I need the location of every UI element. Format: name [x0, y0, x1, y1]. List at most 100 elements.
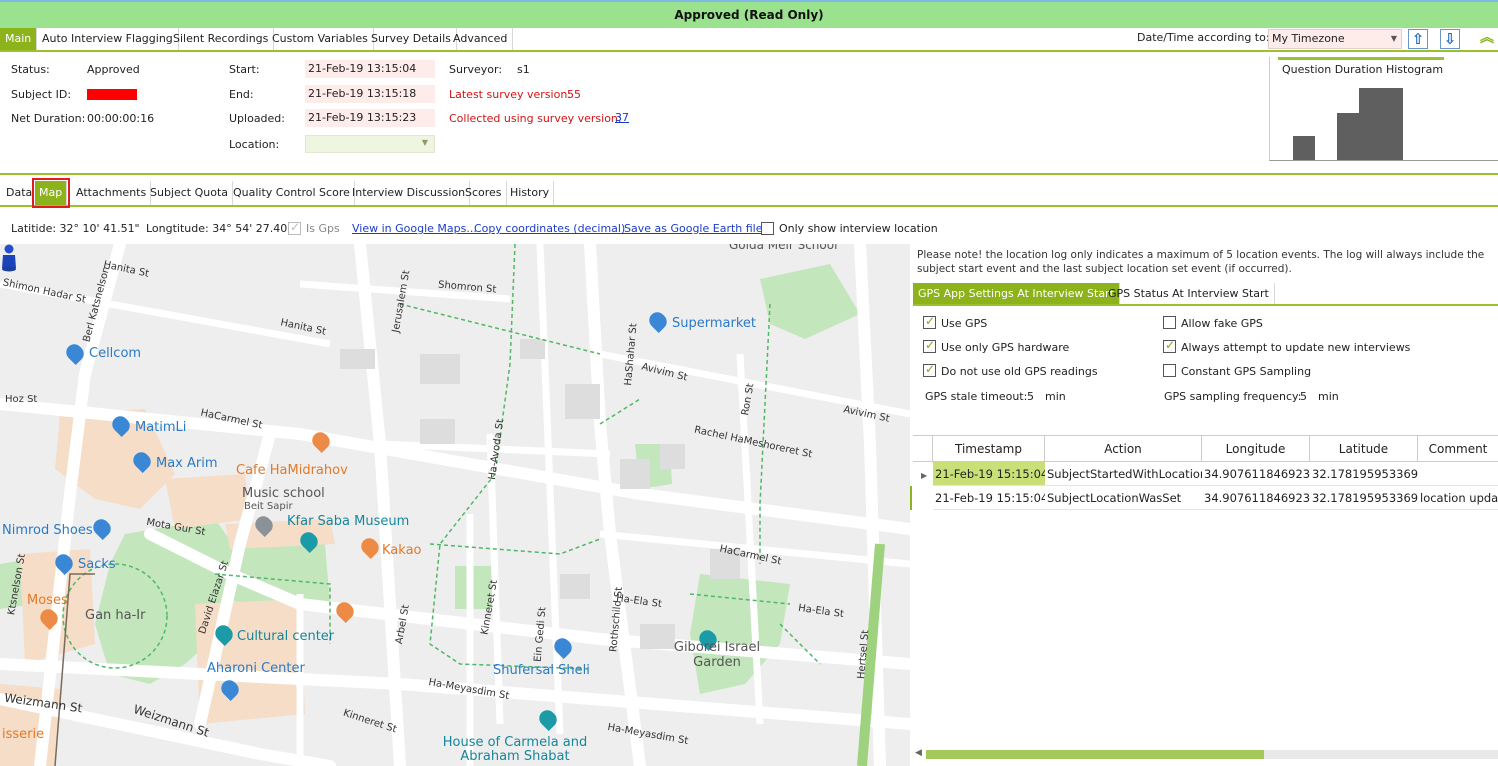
sampling-frequency-unit: min: [1318, 390, 1339, 403]
is-gps-label: Is Gps: [306, 222, 340, 235]
table-cell-comment[interactable]: location updat: [1418, 486, 1498, 510]
always-update-label: Always attempt to update new interviews: [1181, 341, 1411, 354]
collapse-icon[interactable]: ︽: [1480, 30, 1494, 46]
status-value: Approved: [87, 63, 140, 76]
use-gps-checkbox[interactable]: [923, 314, 936, 329]
column-header-comment[interactable]: Comment: [1418, 436, 1498, 462]
collected-version-link[interactable]: 37: [615, 111, 629, 124]
location-label: Location:: [229, 138, 280, 151]
tab-auto-interview-flagging[interactable]: Auto Interview Flagging: [37, 28, 179, 50]
poi-label: House of Carmela and Abraham Shabat: [442, 735, 588, 764]
surveyor-label: Surveyor:: [449, 63, 503, 76]
latitude-text: Latitide: 32° 10' 41.51": [11, 222, 140, 235]
tab-subject-quota[interactable]: Subject Quota: [146, 181, 234, 205]
copy-coordinates-link[interactable]: Copy coordinates (decimal): [474, 222, 625, 235]
table-cell-longitude[interactable]: 34.9076118469238: [1202, 486, 1310, 510]
tab-quality-control-score[interactable]: Quality Control Score: [229, 181, 355, 205]
horizontal-scrollbar[interactable]: ◀: [913, 746, 1498, 762]
tab-gps-status[interactable]: GPS Status At Interview Start: [1103, 283, 1275, 304]
tab-custom-variables[interactable]: Custom Variables: [267, 28, 374, 50]
location-marker-icon: [2, 244, 16, 272]
poi-label: isserie: [2, 727, 45, 742]
row-header-cell: [913, 436, 933, 462]
tab-history[interactable]: History: [506, 181, 555, 205]
histogram-bar: [1359, 88, 1381, 160]
table-cell-latitude[interactable]: 32.1781959533691: [1310, 462, 1418, 486]
table-cell-action[interactable]: SubjectStartedWithLocation: [1045, 462, 1202, 486]
poi-label: Cultural center: [237, 629, 335, 644]
table-cell-longitude[interactable]: 34.9076118469238: [1202, 462, 1310, 486]
poi-label: Cellcom: [89, 346, 142, 361]
redacted-subject-id: [87, 89, 137, 100]
question-duration-histogram: Question Duration Histogram: [1269, 57, 1498, 161]
table-cell-comment[interactable]: [1418, 462, 1498, 486]
stale-timeout-value: 5: [1027, 390, 1034, 403]
table-cell-action[interactable]: SubjectLocationWasSet: [1045, 486, 1202, 510]
column-header-action[interactable]: Action: [1045, 436, 1202, 462]
arrow-down-button[interactable]: ⇩: [1440, 29, 1460, 49]
poi-label: Supermarket: [672, 316, 756, 331]
poi-label: Music school: [242, 486, 325, 501]
table-cell-latitude[interactable]: 32.1781959533691: [1310, 486, 1418, 510]
constant-sampling-label: Constant GPS Sampling: [1181, 365, 1312, 378]
poi-label: Moses: [27, 593, 68, 608]
tab-silent-recordings[interactable]: Silent Recordings: [168, 28, 275, 50]
poi-label: Cafe HaMidrahov: [236, 463, 348, 478]
net-duration-label: Net Duration:: [11, 112, 86, 125]
only-show-location-checkbox[interactable]: [761, 222, 774, 235]
location-select[interactable]: ▼: [305, 135, 435, 153]
street-label: Beit Sapir: [244, 501, 293, 512]
location-log-note: Please note! the location log only indic…: [917, 249, 1485, 275]
gps-panel: Please note! the location log only indic…: [910, 244, 1498, 766]
timezone-select[interactable]: My Timezone ▼: [1268, 29, 1402, 49]
no-old-readings-label: Do not use old GPS readings: [941, 365, 1098, 378]
tab-attachments[interactable]: Attachments: [72, 181, 152, 205]
sampling-frequency-value: 5: [1300, 390, 1307, 403]
row-marker: [910, 486, 912, 510]
tab-main[interactable]: Main: [0, 28, 38, 50]
map-view[interactable]: Hanita St Berl Katsnelson Hanita St Jeru…: [0, 244, 910, 766]
column-header-longitude[interactable]: Longitude: [1202, 436, 1310, 462]
column-header-latitude[interactable]: Latitude: [1310, 436, 1418, 462]
poi-label: Shufersal Sheli: [493, 663, 590, 678]
tab-gps-app-settings[interactable]: GPS App Settings At Interview Start: [913, 283, 1120, 304]
use-only-gps-hardware-checkbox[interactable]: [923, 338, 936, 353]
only-show-location-label: Only show interview location: [779, 222, 938, 235]
use-gps-label: Use GPS: [941, 317, 988, 330]
poi-label: Gan ha-Ir: [85, 608, 146, 623]
tab-interview-discussion[interactable]: Interview Discussion: [348, 181, 471, 205]
no-old-readings-checkbox[interactable]: [923, 362, 936, 377]
use-only-gps-hardware-label: Use only GPS hardware: [941, 341, 1070, 354]
table-cell-timestamp[interactable]: 21-Feb-19 15:15:04: [933, 462, 1045, 486]
subject-id-label: Subject ID:: [11, 88, 72, 101]
constant-sampling-checkbox[interactable]: [1163, 364, 1176, 377]
poi-label: Aharoni Center: [207, 661, 305, 676]
is-gps-checkbox[interactable]: [288, 220, 301, 235]
allow-fake-gps-checkbox[interactable]: [1163, 316, 1176, 329]
tab-advanced[interactable]: Advanced: [448, 28, 514, 50]
net-duration-value: 00:00:00:16: [87, 112, 155, 125]
scroll-left-icon[interactable]: ◀: [915, 748, 922, 758]
tab-map[interactable]: Map: [31, 178, 71, 208]
tab-survey-details[interactable]: Survey Details: [366, 28, 457, 50]
stale-timeout-label: GPS stale timeout:: [925, 390, 1028, 403]
always-update-checkbox[interactable]: [1163, 338, 1176, 353]
arrow-up-icon: ⇧: [1411, 30, 1425, 48]
start-label: Start:: [229, 63, 260, 76]
arrow-up-button[interactable]: ⇧: [1408, 29, 1428, 49]
timezone-value: My Timezone: [1272, 32, 1345, 45]
view-google-maps-link[interactable]: View in Google Maps...: [352, 222, 477, 235]
poi-label: Sacks: [78, 557, 116, 572]
histogram-bar: [1293, 136, 1315, 160]
save-google-earth-link[interactable]: Save as Google Earth file: [624, 222, 763, 235]
column-header-timestamp[interactable]: Timestamp: [933, 436, 1045, 462]
histogram-bar: [1337, 113, 1359, 160]
table-cell-timestamp[interactable]: 21-Feb-19 15:15:04: [933, 486, 1045, 510]
scrollbar-thumb[interactable]: [926, 750, 1264, 759]
tab-data[interactable]: Data: [2, 181, 38, 205]
poi-label: MatimLi: [135, 420, 187, 435]
tab-scores[interactable]: Scores: [461, 181, 507, 205]
gps-tab-bar: GPS App Settings At Interview Start GPS …: [913, 283, 1498, 306]
chevron-down-icon: ▼: [421, 138, 428, 147]
end-label: End:: [229, 88, 254, 101]
